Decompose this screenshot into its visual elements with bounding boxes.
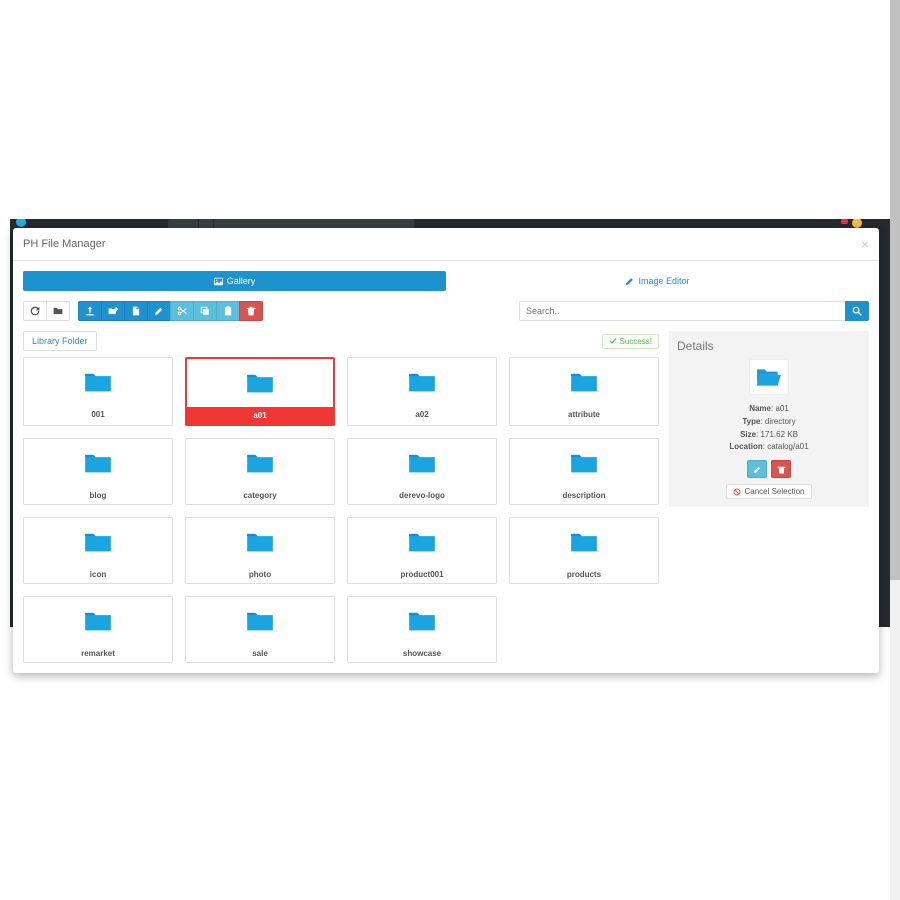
refresh-button[interactable]: [23, 301, 47, 321]
edit-icon: [625, 277, 634, 286]
folder-label: a01: [187, 407, 333, 424]
folder-label: showcase: [348, 645, 496, 662]
details-title: Details: [677, 339, 861, 353]
details-thumbnail: [749, 359, 789, 395]
folder-label: blog: [24, 487, 172, 504]
folder-item[interactable]: remarket: [23, 596, 173, 663]
ban-icon: [733, 488, 741, 496]
folder-icon: [510, 518, 658, 566]
folder-item[interactable]: icon: [23, 517, 173, 584]
folder-icon: [24, 597, 172, 645]
folder-item[interactable]: category: [185, 438, 335, 505]
folder-item[interactable]: photo: [185, 517, 335, 584]
copy-icon: [200, 306, 210, 316]
folder-item[interactable]: showcase: [347, 596, 497, 663]
folder-item[interactable]: attribute: [509, 357, 659, 426]
toolbar-group-nav: [23, 301, 70, 321]
status-badge: Success!: [602, 334, 659, 349]
avatar: [852, 219, 862, 228]
folder-label: sale: [186, 645, 334, 662]
folder-item[interactable]: a02: [347, 357, 497, 426]
upload-button[interactable]: [78, 301, 102, 321]
check-icon: [609, 337, 617, 345]
folder-icon: [24, 439, 172, 487]
folder-icon: [186, 518, 334, 566]
file-icon: [131, 306, 141, 316]
new-file-button[interactable]: [124, 301, 148, 321]
status-text: Success!: [620, 337, 652, 346]
folder-icon: [348, 358, 496, 406]
folder-label: a02: [348, 406, 496, 423]
cancel-selection-button[interactable]: Cancel Selection: [726, 484, 811, 499]
folder-label: products: [510, 566, 658, 583]
tab-row: Gallery Image Editor: [23, 271, 869, 291]
folder-icon: [53, 306, 63, 316]
folder-label: product001: [348, 566, 496, 583]
pencil-icon: [753, 465, 762, 474]
trash-icon: [777, 465, 786, 474]
folder-item[interactable]: blog: [23, 438, 173, 505]
folder-icon: [510, 439, 658, 487]
clipboard-icon: [223, 306, 233, 316]
folder-item[interactable]: derevo-logo: [347, 438, 497, 505]
search-button[interactable]: [845, 301, 869, 321]
parent-folder-button[interactable]: [46, 301, 70, 321]
folder-icon: [24, 518, 172, 566]
tab-image-editor[interactable]: Image Editor: [446, 271, 869, 291]
folder-label: icon: [24, 566, 172, 583]
folder-item[interactable]: 001: [23, 357, 173, 426]
toolbar-group-actions: [78, 301, 263, 321]
image-icon: [214, 277, 223, 286]
folder-open-icon: [108, 306, 118, 316]
folder-item[interactable]: product001: [347, 517, 497, 584]
tab-gallery[interactable]: Gallery: [23, 271, 446, 291]
upload-icon: [85, 306, 95, 316]
tab-editor-label: Image Editor: [638, 276, 689, 286]
folder-icon: [510, 358, 658, 406]
folder-icon: [348, 597, 496, 645]
folder-label: category: [186, 487, 334, 504]
rename-button[interactable]: [147, 301, 171, 321]
folder-icon: [186, 597, 334, 645]
page-scrollbar[interactable]: [890, 0, 900, 900]
refresh-icon: [30, 306, 40, 316]
folder-item[interactable]: a01: [185, 357, 335, 426]
folder-icon: [348, 518, 496, 566]
folder-icon: [186, 439, 334, 487]
notification-badge: [841, 219, 848, 224]
tab-gallery-label: Gallery: [227, 276, 256, 286]
details-panel: Details Name: a01 Type: directory Size: …: [669, 331, 869, 507]
folder-item[interactable]: products: [509, 517, 659, 584]
brand-logo: [16, 219, 26, 227]
folder-grid: 001 a01 a02 attribute blog category derevo-log…: [23, 357, 659, 663]
folder-label: derevo-logo: [348, 487, 496, 504]
close-icon[interactable]: ×: [861, 236, 869, 252]
modal-title: PH File Manager: [23, 238, 106, 250]
folder-label: attribute: [510, 406, 658, 423]
details-edit-button[interactable]: [747, 460, 767, 478]
details-delete-button[interactable]: [771, 460, 791, 478]
scissors-icon: [177, 306, 187, 316]
folder-icon: [187, 359, 333, 407]
folder-item[interactable]: description: [509, 438, 659, 505]
folder-icon: [348, 439, 496, 487]
search-icon: [852, 306, 862, 316]
folder-label: photo: [186, 566, 334, 583]
search-input[interactable]: [519, 301, 845, 321]
pencil-icon: [154, 306, 164, 316]
folder-open-icon: [756, 366, 782, 388]
folder-icon: [24, 358, 172, 406]
paste-button[interactable]: [216, 301, 240, 321]
trash-icon: [246, 306, 256, 316]
folder-label: remarket: [24, 645, 172, 662]
folder-item[interactable]: sale: [185, 596, 335, 663]
new-folder-button[interactable]: [101, 301, 125, 321]
folder-label: description: [510, 487, 658, 504]
breadcrumb-root[interactable]: Library Folder: [23, 331, 97, 351]
cut-button[interactable]: [170, 301, 194, 321]
delete-button[interactable]: [239, 301, 263, 321]
folder-label: 001: [24, 406, 172, 423]
copy-button[interactable]: [193, 301, 217, 321]
file-manager-modal: PH File Manager × Gallery Image Editor: [13, 228, 879, 673]
